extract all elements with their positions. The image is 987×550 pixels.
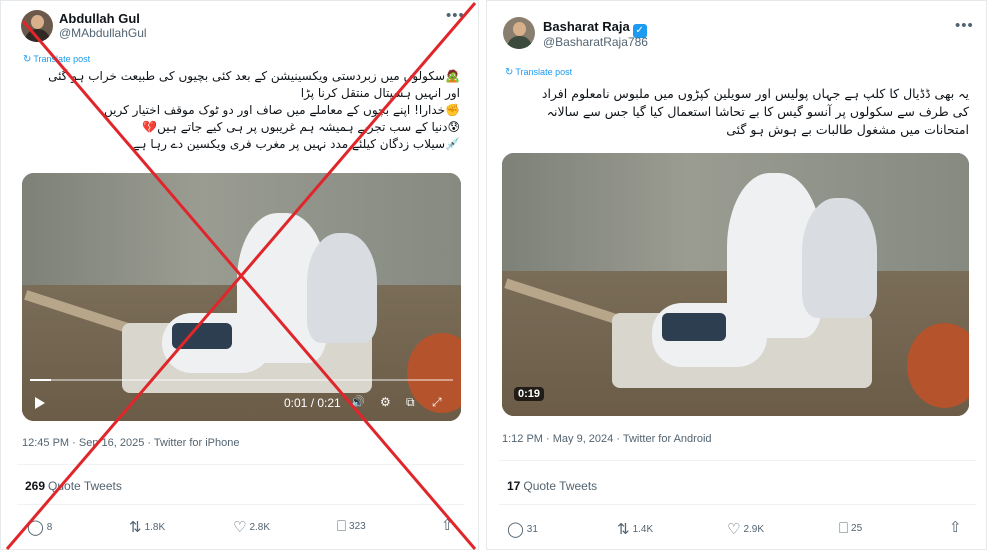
- like-button[interactable]: ♡ 2.9K: [727, 520, 764, 538]
- reply-icon: ◯: [507, 521, 524, 538]
- post-text-line: 💉سیلاب زدگان کیلئے مدد نہیں پر مغرب فری …: [132, 137, 461, 151]
- share-icon: ⇧: [441, 517, 454, 534]
- author-handle[interactable]: @BasharatRaja786: [543, 35, 648, 49]
- post-text-line: 😰دنیا کے سب تجربے ہمیشہ ہم غریبوں پر ہی …: [142, 120, 460, 134]
- fullscreen-icon[interactable]: ⤢: [432, 395, 442, 410]
- like-icon: ♡: [233, 519, 247, 536]
- author-name[interactable]: Abdullah Gul: [59, 11, 140, 26]
- post-timestamp[interactable]: 1:12 PM · May 9, 2024 · Twitter for Andr…: [502, 433, 712, 445]
- avatar[interactable]: [503, 17, 535, 49]
- reply-icon: ◯: [27, 519, 44, 536]
- reply-button[interactable]: ◯ 31: [507, 520, 538, 538]
- right-tweet-card: Basharat Raja ✓ @BasharatRaja786 ••• ↻ Tra…: [486, 0, 987, 550]
- avatar[interactable]: [21, 10, 53, 42]
- play-icon[interactable]: [35, 397, 45, 409]
- post-text-line: کی طرف سے سکولوں پر آنسو گیس کا بے تحاشا…: [546, 104, 969, 119]
- video-duration-badge: 0:19: [514, 387, 545, 401]
- post-timestamp[interactable]: 12:45 PM · Sep 16, 2025 · Twitter for iP…: [22, 437, 239, 449]
- bookmark-button[interactable]: ⎕ 25: [839, 520, 862, 537]
- left-tweet-card: Abdullah Gul @MAbdullahGul ••• ↻ Translat…: [0, 0, 479, 550]
- post-text: 🧟سکولوں میں زبردستی ویکسینیشن کے بعد کئی…: [19, 68, 460, 153]
- like-icon: ♡: [727, 521, 741, 538]
- bookmark-icon: ⎕: [337, 518, 347, 535]
- more-options-icon[interactable]: •••: [955, 17, 974, 34]
- reply-button[interactable]: ◯ 8: [27, 518, 52, 536]
- share-button[interactable]: ⇧: [949, 518, 965, 536]
- retweet-button[interactable]: ⇅ 1.4K: [617, 520, 653, 538]
- translate-post-link[interactable]: ↻ Translate post: [23, 54, 90, 65]
- retweet-icon: ⇅: [129, 519, 142, 536]
- divider: [17, 504, 464, 505]
- divider: [17, 464, 464, 465]
- share-button[interactable]: ⇧: [441, 516, 457, 534]
- post-text-line: اور انہیں ہسپتال منتقل کرنا پڑا: [300, 86, 460, 100]
- video-progress-fill: [30, 379, 52, 381]
- post-text-line: یہ بھی ڈڈیال کا کلپ ہے جہاں پولیس اور سو…: [541, 86, 969, 101]
- video-time: 0:01 / 0:21: [284, 396, 341, 410]
- volume-icon[interactable]: 🔊: [350, 395, 365, 409]
- post-text-line: ✊خدارا! اپنے بچوں کے معاملے میں صاف اور …: [103, 103, 460, 117]
- picture-in-picture-icon[interactable]: ⧉: [406, 395, 415, 410]
- like-button[interactable]: ♡ 2.8K: [233, 518, 270, 536]
- author-handle[interactable]: @MAbdullahGul: [59, 26, 147, 40]
- quote-tweets-link[interactable]: 17 Quote Tweets: [507, 479, 597, 493]
- post-text: یہ بھی ڈڈیال کا کلپ ہے جہاں پولیس اور سو…: [503, 85, 969, 139]
- retweet-button[interactable]: ⇅ 1.8K: [129, 518, 165, 536]
- retweet-icon: ⇅: [617, 521, 630, 538]
- video-player[interactable]: 0:19: [502, 153, 969, 416]
- translate-icon: ↻: [23, 54, 32, 65]
- more-options-icon[interactable]: •••: [446, 7, 465, 24]
- settings-icon[interactable]: ⚙: [380, 395, 391, 409]
- video-player[interactable]: 0:01 / 0:21 🔊 ⚙ ⧉ ⤢: [22, 173, 461, 421]
- translate-icon: ↻: [505, 67, 514, 78]
- quote-tweets-link[interactable]: 269 Quote Tweets: [25, 479, 122, 493]
- divider: [499, 504, 976, 505]
- bookmark-icon: ⎕: [839, 520, 849, 537]
- post-text-line: 🧟سکولوں میں زبردستی ویکسینیشن کے بعد کئی…: [48, 69, 460, 83]
- share-icon: ⇧: [949, 519, 962, 536]
- bookmark-button[interactable]: ⎕ 323: [337, 518, 366, 535]
- post-text-line: امتحانات میں مشغول طالبات بے ہوش ہو گئی: [726, 122, 969, 137]
- divider: [499, 460, 976, 461]
- video-progress-bar[interactable]: [30, 379, 453, 381]
- translate-post-link[interactable]: ↻ Translate post: [505, 67, 572, 78]
